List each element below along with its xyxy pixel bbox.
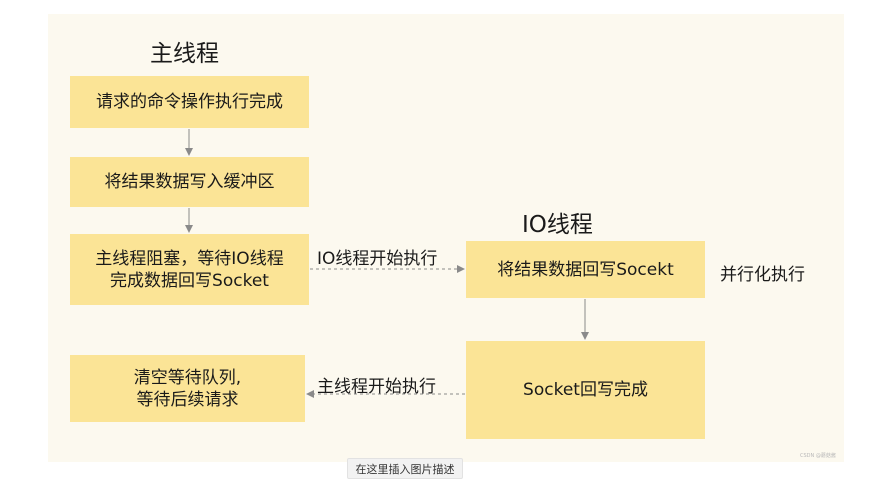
diagram-arrows [185, 129, 589, 398]
image-caption-button[interactable]: 在这里插入图片描述 [347, 458, 463, 479]
watermark: CSDN @蘑菇酱 [800, 453, 836, 459]
